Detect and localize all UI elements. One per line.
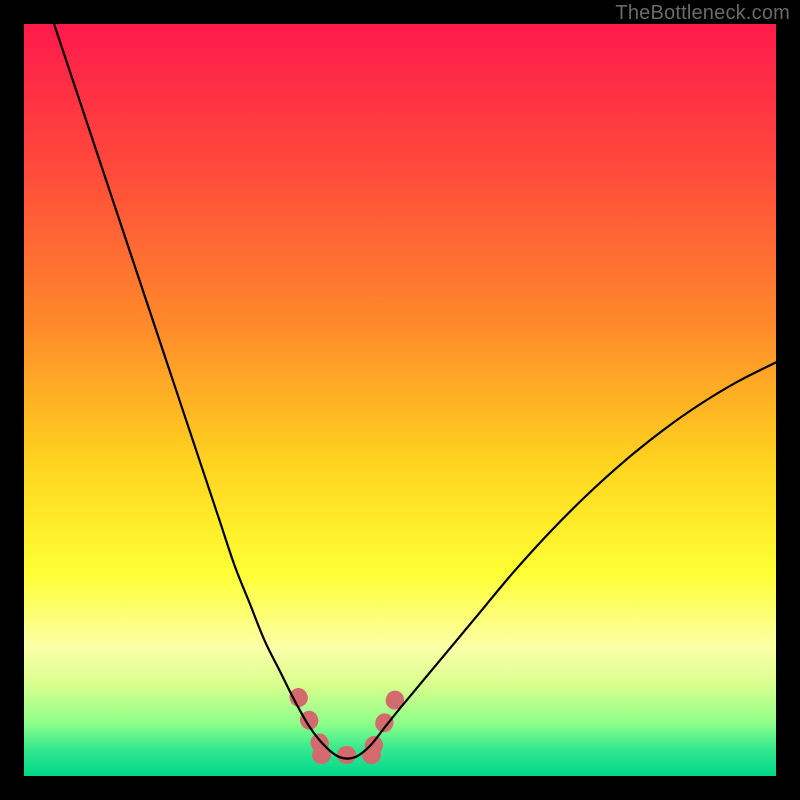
chart-frame: TheBottleneck.com xyxy=(0,0,800,800)
watermark-text: TheBottleneck.com xyxy=(615,2,790,25)
gradient-background xyxy=(24,24,776,776)
bottleneck-chart xyxy=(24,24,776,776)
